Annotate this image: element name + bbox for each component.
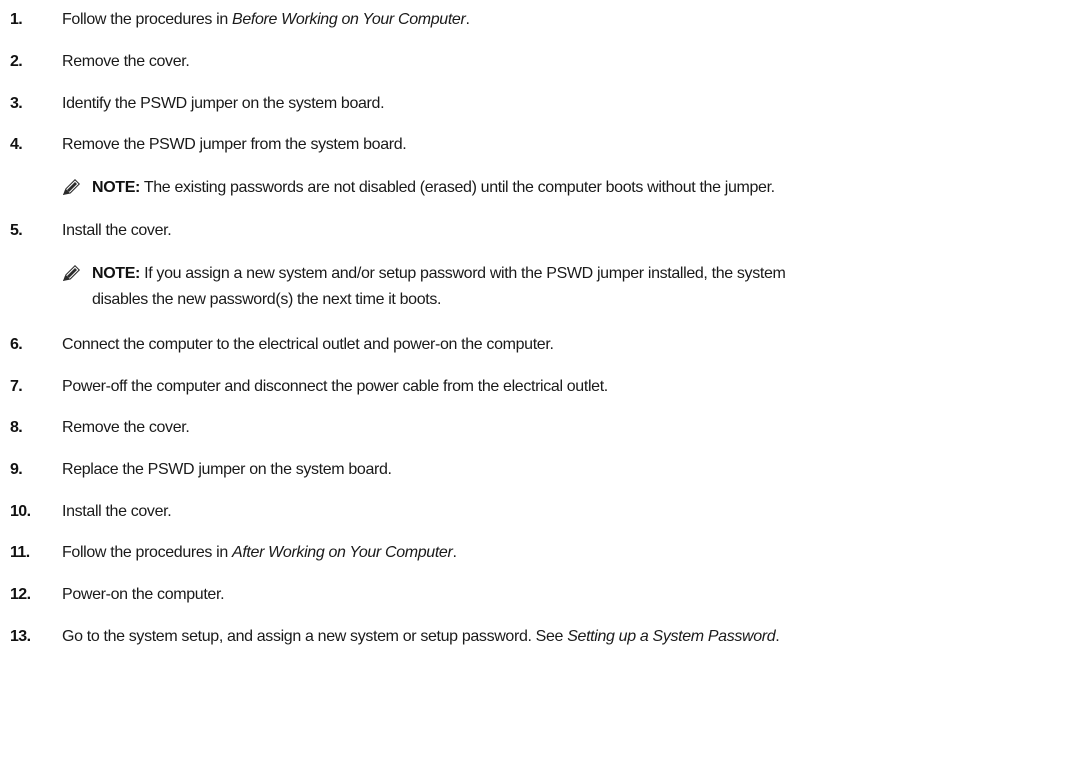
step-number: 6. <box>10 336 23 353</box>
step-number: 10. <box>10 503 31 520</box>
step-text: Identify the PSWD jumper on the system b… <box>62 95 385 112</box>
step-number: 7. <box>10 378 23 395</box>
step-number: 12. <box>10 586 31 603</box>
note-callout: NOTE: The existing passwords are not dis… <box>62 175 1091 201</box>
step-text: Remove the cover. <box>62 53 190 70</box>
step-text: Install the cover. <box>62 222 172 239</box>
step-text: Remove the cover. <box>62 419 190 436</box>
step-text: Connect the computer to the electrical o… <box>62 336 554 353</box>
step-text: Follow the procedures in After Working o… <box>62 544 457 561</box>
step-text: Replace the PSWD jumper on the system bo… <box>62 461 392 478</box>
procedure-document: 1. Follow the procedures in Before Worki… <box>0 0 1091 767</box>
step-number: 13. <box>10 628 31 645</box>
step-number: 1. <box>10 11 23 28</box>
step-number: 11. <box>10 544 30 561</box>
step-text: Power-off the computer and disconnect th… <box>62 378 608 395</box>
step-number: 2. <box>10 53 23 70</box>
step-text: Power-on the computer. <box>62 586 225 603</box>
step-number: 3. <box>10 95 23 112</box>
note-text: NOTE: If you assign a new system and/or … <box>92 265 786 308</box>
step-text: Install the cover. <box>62 503 172 520</box>
step-number: 8. <box>10 419 23 436</box>
cross-reference-link[interactable]: After Working on Your Computer <box>232 544 453 561</box>
step-number: 9. <box>10 461 23 478</box>
pencil-note-icon <box>63 179 80 195</box>
note-label: NOTE: <box>92 179 141 196</box>
note-text: NOTE: The existing passwords are not dis… <box>92 179 775 196</box>
step-text: Remove the PSWD jumper from the system b… <box>62 136 407 153</box>
note-callout: NOTE: If you assign a new system and/or … <box>62 261 1091 313</box>
pencil-note-icon <box>63 265 80 281</box>
step-number: 5. <box>10 222 23 239</box>
step-number: 4. <box>10 136 23 153</box>
step-text: Follow the procedures in Before Working … <box>62 11 470 28</box>
step-text: Go to the system setup, and assign a new… <box>62 628 780 645</box>
note-label: NOTE: <box>92 265 141 282</box>
cross-reference-link[interactable]: Before Working on Your Computer <box>232 11 466 28</box>
cross-reference-link[interactable]: Setting up a System Password <box>567 628 775 645</box>
